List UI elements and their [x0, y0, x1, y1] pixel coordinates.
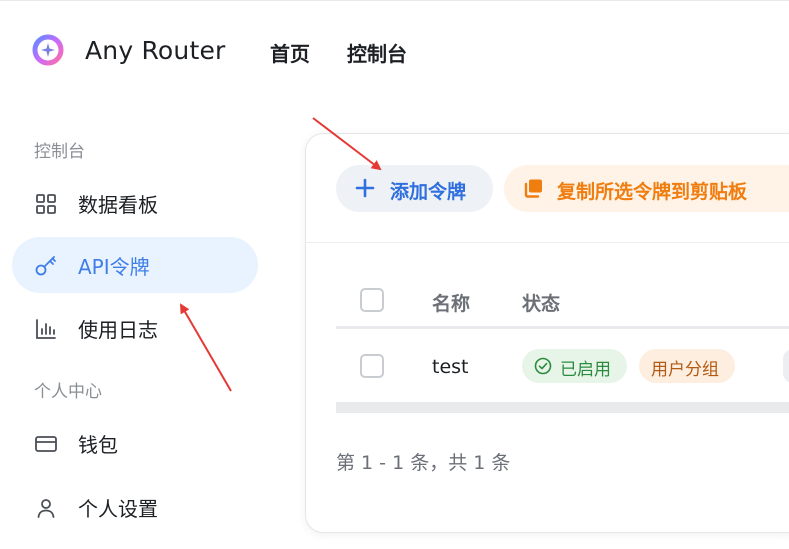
wallet-icon — [35, 436, 57, 452]
sidebar-section-personal: 个人中心 — [34, 382, 102, 402]
brand-name[interactable]: Any Router — [85, 36, 226, 65]
sidebar-item-wallet[interactable]: 钱包 — [12, 415, 258, 471]
copy-icon — [524, 179, 542, 198]
top-header: Any Router 首页 控制台 — [0, 0, 789, 100]
pagination-summary: 第 1 - 1 条，共 1 条 — [336, 452, 511, 474]
bar-chart-icon — [36, 319, 56, 339]
copy-selected-label: 复制所选令牌到剪贴板 — [557, 181, 748, 203]
nav-home[interactable]: 首页 — [270, 38, 310, 67]
add-token-label: 添加令牌 — [390, 181, 467, 203]
sidebar-item-label: 钱包 — [78, 433, 118, 457]
nav-console[interactable]: 控制台 — [347, 38, 407, 67]
app-logo-icon[interactable] — [32, 34, 64, 66]
sidebar-item-label: 使用日志 — [78, 318, 158, 342]
sidebar-section-console: 控制台 — [34, 142, 85, 162]
sidebar-item-dashboard[interactable]: 数据看板 — [12, 175, 258, 231]
sidebar-item-usage-logs[interactable]: 使用日志 — [12, 300, 258, 356]
copy-selected-tokens-button[interactable]: 复制所选令牌到剪贴板 — [504, 165, 789, 212]
row-checkbox[interactable] — [360, 354, 384, 378]
sidebar-item-label: 个人设置 — [78, 497, 158, 521]
key-icon — [35, 256, 56, 276]
table-header-divider — [336, 326, 789, 329]
sidebar-item-label: API令牌 — [78, 255, 150, 279]
sidebar-item-api-tokens[interactable]: API令牌 — [12, 237, 258, 293]
group-label: 用户分组 — [651, 360, 719, 380]
user-icon — [37, 499, 55, 518]
check-circle-icon — [534, 357, 552, 375]
grid-icon — [36, 194, 56, 214]
select-all-checkbox[interactable] — [360, 288, 384, 312]
truncated-badge — [783, 349, 789, 383]
sidebar: 控制台 数据看板 API令牌 使用日志 个人中心 钱包 个人设置 — [0, 100, 290, 549]
add-token-button[interactable]: 添加令牌 — [336, 165, 493, 212]
token-name: test — [432, 356, 469, 378]
sidebar-item-personal-settings[interactable]: 个人设置 — [12, 479, 258, 535]
column-header-status[interactable]: 状态 — [522, 289, 560, 316]
status-badge: 已启用 — [522, 349, 627, 383]
column-header-name[interactable]: 名称 — [432, 289, 470, 316]
toolbar-divider — [306, 242, 789, 243]
group-badge: 用户分组 — [639, 349, 735, 383]
status-label: 已启用 — [560, 360, 611, 380]
plus-icon — [355, 178, 375, 198]
horizontal-scrollbar[interactable] — [336, 402, 789, 413]
sidebar-item-label: 数据看板 — [78, 193, 158, 217]
